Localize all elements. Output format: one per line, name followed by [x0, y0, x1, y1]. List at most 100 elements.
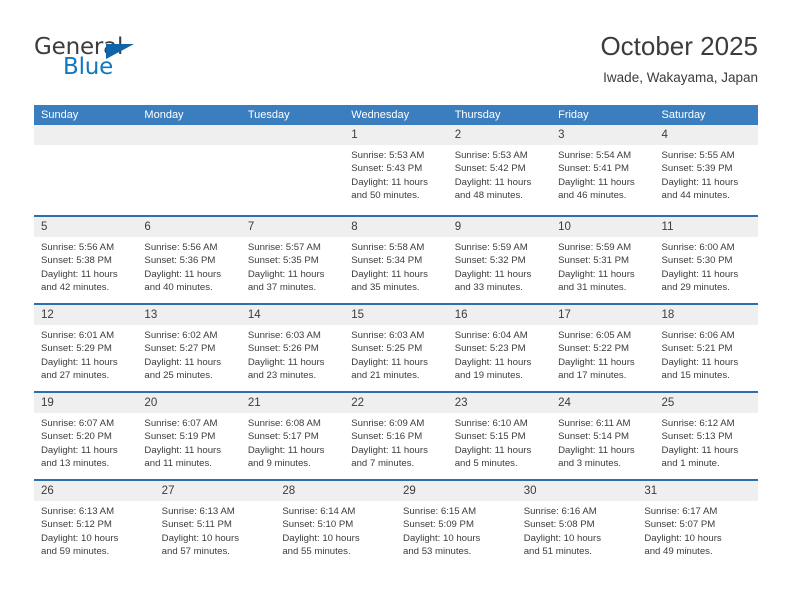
day-number-band: 6	[137, 217, 241, 237]
calendar-day-cell[interactable]: 26 Sunrise: 6:13 AM Sunset: 5:12 PM Dayligh…	[34, 481, 155, 567]
calendar-day-cell[interactable]: 6 Sunrise: 5:56 AM Sunset: 5:36 PM Daylight…	[137, 217, 241, 303]
calendar-day-cell[interactable]: 25 Sunrise: 6:12 AM Sunset: 5:13 PM Dayligh…	[654, 393, 758, 479]
day-detail-line: and 50 minutes.	[351, 189, 420, 201]
day-number-band	[137, 125, 241, 145]
day-number: 22	[351, 397, 365, 409]
day-details: Sunrise: 5:58 AM Sunset: 5:34 PM Daylight:…	[344, 237, 447, 294]
day-detail-line: Sunset: 5:14 PM	[558, 431, 630, 443]
calendar-day-cell[interactable]: 11 Sunrise: 6:00 AM Sunset: 5:30 PM Dayligh…	[654, 217, 758, 303]
calendar-day-cell[interactable]: 13 Sunrise: 6:02 AM Sunset: 5:27 PM Dayligh…	[137, 305, 241, 391]
calendar-day-cell[interactable]: 22 Sunrise: 6:09 AM Sunset: 5:16 PM Dayligh…	[344, 393, 448, 479]
day-detail-line: Sunrise: 5:58 AM	[351, 242, 425, 253]
day-detail-line: and 53 minutes.	[403, 545, 472, 557]
day-number: 9	[454, 221, 462, 233]
day-number-band: 17	[551, 305, 655, 325]
day-number: 6	[144, 221, 151, 233]
day-details: Sunrise: 6:04 AM Sunset: 5:23 PM Daylight:…	[448, 325, 551, 382]
calendar-day-cell[interactable]: 20 Sunrise: 6:07 AM Sunset: 5:19 PM Dayligh…	[137, 393, 241, 479]
day-detail-line: Daylight: 11 hours	[454, 176, 532, 188]
day-detail-line: Daylight: 11 hours	[661, 176, 739, 188]
day-detail-line: Daylight: 11 hours	[454, 356, 532, 368]
day-detail-line: Daylight: 11 hours	[41, 268, 118, 280]
day-detail-line: and 9 minutes.	[247, 457, 311, 469]
day-number-band: 28	[275, 481, 397, 501]
day-detail-line: and 5 minutes.	[454, 457, 518, 469]
calendar-day-cell[interactable]: 16 Sunrise: 6:04 AM Sunset: 5:23 PM Dayligh…	[447, 305, 552, 391]
day-detail-line: and 55 minutes.	[282, 545, 351, 557]
calendar-day-cell[interactable]: 3 Sunrise: 5:54 AM Sunset: 5:41 PM Daylight…	[551, 125, 655, 215]
day-details: Sunrise: 6:00 AM Sunset: 5:30 PM Daylight:…	[655, 237, 758, 294]
day-number-band: 13	[137, 305, 241, 325]
calendar-day-cell-empty	[137, 125, 241, 215]
day-number-band: 11	[654, 217, 758, 237]
day-detail-line: Sunrise: 6:05 AM	[558, 330, 632, 341]
day-details	[34, 145, 137, 149]
day-detail-line: Daylight: 11 hours	[144, 268, 222, 280]
day-detail-line: Sunrise: 6:08 AM	[247, 418, 321, 429]
calendar-day-cell[interactable]: 18 Sunrise: 6:06 AM Sunset: 5:21 PM Dayligh…	[654, 305, 758, 391]
day-detail-line: Sunset: 5:11 PM	[161, 519, 232, 531]
calendar-day-cell[interactable]: 17 Sunrise: 6:05 AM Sunset: 5:22 PM Dayligh…	[551, 305, 655, 391]
day-number: 15	[351, 309, 365, 321]
calendar-day-cell[interactable]: 7 Sunrise: 5:57 AM Sunset: 5:35 PM Daylight…	[240, 217, 345, 303]
calendar-day-cell[interactable]: 1 Sunrise: 5:53 AM Sunset: 5:43 PM Daylight…	[344, 125, 448, 215]
calendar-day-cell[interactable]: 19 Sunrise: 6:07 AM Sunset: 5:20 PM Dayligh…	[34, 393, 138, 479]
day-detail-line: and 1 minute.	[661, 457, 720, 469]
day-number: 16	[454, 309, 468, 321]
day-detail-line: and 42 minutes.	[41, 281, 110, 293]
day-detail-line: and 27 minutes.	[41, 369, 110, 381]
calendar-day-cell[interactable]: 23 Sunrise: 6:10 AM Sunset: 5:15 PM Dayligh…	[447, 393, 552, 479]
calendar-day-cell[interactable]: 28 Sunrise: 6:14 AM Sunset: 5:10 PM Dayligh…	[275, 481, 397, 567]
calendar-day-cell[interactable]: 14 Sunrise: 6:03 AM Sunset: 5:26 PM Dayligh…	[240, 305, 345, 391]
calendar-day-cell[interactable]: 15 Sunrise: 6:03 AM Sunset: 5:25 PM Dayligh…	[344, 305, 448, 391]
day-detail-line: Daylight: 11 hours	[247, 268, 325, 280]
calendar-day-cell-empty	[240, 125, 345, 215]
day-number: 2	[454, 129, 462, 141]
day-number: 14	[247, 309, 261, 321]
day-number-band: 16	[447, 305, 552, 325]
calendar-day-cell[interactable]: 4 Sunrise: 5:55 AM Sunset: 5:39 PM Daylight…	[654, 125, 758, 215]
day-number-band	[240, 125, 345, 145]
day-detail-line: Sunset: 5:23 PM	[454, 343, 526, 355]
day-details	[137, 145, 240, 149]
day-detail-line: Sunrise: 6:03 AM	[247, 330, 321, 341]
day-number: 17	[558, 309, 571, 321]
day-detail-line: Sunset: 5:17 PM	[247, 431, 319, 443]
day-detail-line: and 51 minutes.	[523, 545, 592, 557]
day-number-band: 31	[637, 481, 759, 501]
calendar-day-cell[interactable]: 24 Sunrise: 6:11 AM Sunset: 5:14 PM Dayligh…	[551, 393, 655, 479]
calendar-day-cell[interactable]: 12 Sunrise: 6:01 AM Sunset: 5:29 PM Dayligh…	[34, 305, 138, 391]
page-header: General Blue October 2025 Iwade, Wakayam…	[34, 30, 758, 96]
day-detail-line: Sunrise: 5:54 AM	[558, 150, 632, 161]
day-detail-line: Sunset: 5:12 PM	[41, 519, 112, 531]
calendar-day-cell[interactable]: 31 Sunrise: 6:17 AM Sunset: 5:07 PM Dayligh…	[637, 481, 759, 567]
day-details: Sunrise: 6:06 AM Sunset: 5:21 PM Daylight:…	[655, 325, 758, 382]
calendar-day-cell[interactable]: 21 Sunrise: 6:08 AM Sunset: 5:17 PM Dayligh…	[240, 393, 345, 479]
day-number-band: 23	[447, 393, 552, 413]
calendar-day-cell[interactable]: 9 Sunrise: 5:59 AM Sunset: 5:32 PM Daylight…	[447, 217, 552, 303]
calendar-day-cell[interactable]: 29 Sunrise: 6:15 AM Sunset: 5:09 PM Dayligh…	[396, 481, 517, 567]
day-number: 10	[558, 221, 571, 233]
day-detail-line: Daylight: 11 hours	[247, 444, 325, 456]
day-number-band: 5	[34, 217, 138, 237]
calendar-day-cell[interactable]: 2 Sunrise: 5:53 AM Sunset: 5:42 PM Daylight…	[447, 125, 552, 215]
day-detail-line: Sunset: 5:32 PM	[454, 255, 526, 267]
day-detail-line: Sunset: 5:30 PM	[661, 255, 733, 267]
day-detail-line: Sunrise: 5:56 AM	[144, 242, 218, 253]
calendar-day-cell[interactable]: 10 Sunrise: 5:59 AM Sunset: 5:31 PM Dayligh…	[551, 217, 655, 303]
day-number: 30	[523, 485, 537, 497]
day-details: Sunrise: 6:14 AM Sunset: 5:10 PM Daylight:…	[275, 501, 396, 558]
day-number-band: 7	[240, 217, 345, 237]
weekday-header-monday: Monday	[144, 109, 184, 121]
calendar-day-cell[interactable]: 30 Sunrise: 6:16 AM Sunset: 5:08 PM Dayligh…	[516, 481, 638, 567]
calendar-day-cell[interactable]: 5 Sunrise: 5:56 AM Sunset: 5:38 PM Daylight…	[34, 217, 138, 303]
calendar-day-cell[interactable]: 8 Sunrise: 5:58 AM Sunset: 5:34 PM Daylight…	[344, 217, 448, 303]
general-blue-logo[interactable]: General Blue	[34, 34, 224, 90]
day-number-band: 1	[344, 125, 448, 145]
day-detail-line: and 35 minutes.	[351, 281, 420, 293]
day-detail-line: Daylight: 11 hours	[558, 176, 635, 188]
calendar-day-cell[interactable]: 27 Sunrise: 6:13 AM Sunset: 5:11 PM Dayligh…	[154, 481, 276, 567]
day-detail-line: Sunset: 5:35 PM	[247, 255, 319, 267]
day-detail-line: and 7 minutes.	[351, 457, 415, 469]
day-detail-line: Daylight: 11 hours	[661, 444, 739, 456]
